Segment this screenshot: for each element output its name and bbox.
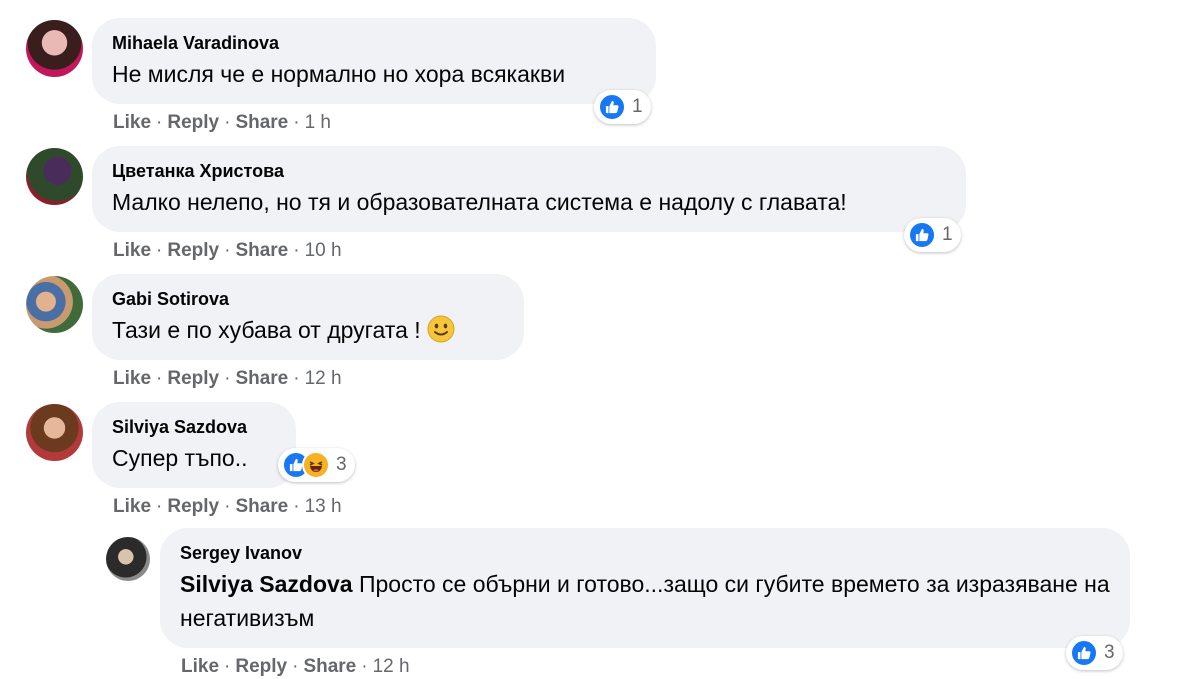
comment-bubble: Gabi Sotirova Тази е по хубава от другат… — [92, 274, 524, 360]
separator: · — [293, 112, 300, 133]
comment-bubble: Sergey Ivanov Silviya Sazdova Просто се … — [160, 528, 1130, 648]
comment-timestamp[interactable]: 12 h — [373, 656, 410, 677]
comment-bubble: Цветанка Христова Малко нелепо, но тя и … — [92, 146, 966, 232]
like-button[interactable]: Like — [113, 496, 151, 517]
comment-bubble: Silviya Sazdova Супер тъпо.. — [92, 402, 296, 488]
comment-timestamp[interactable]: 12 h — [305, 368, 342, 389]
comment-author[interactable]: Silviya Sazdova — [112, 416, 276, 438]
reaction-count: 1 — [632, 96, 643, 117]
reaction-count: 3 — [1104, 642, 1115, 663]
comment-text: Супер тъпо.. — [112, 445, 248, 471]
comment-text: Не мисля че е нормално но хора всякакви — [112, 61, 566, 87]
mention-link[interactable]: Silviya Sazdova — [180, 571, 353, 597]
avatar[interactable] — [26, 20, 83, 77]
avatar[interactable] — [26, 148, 83, 205]
share-button[interactable]: Share — [235, 112, 288, 133]
separator: · — [293, 496, 300, 517]
reply-button[interactable]: Reply — [167, 240, 219, 261]
slightly-smiling-face-icon — [427, 315, 455, 343]
comment-author[interactable]: Mihaela Varadinova — [112, 32, 636, 54]
separator: · — [224, 240, 231, 261]
separator: · — [293, 240, 300, 261]
comment-text: Малко нелепо, но тя и образователната си… — [112, 189, 847, 215]
comment-actions: Like · Reply · Share · 1 h — [113, 111, 331, 135]
comment-text: Тази е по хубава от другата ! — [112, 313, 504, 347]
avatar[interactable] — [106, 537, 150, 581]
like-button[interactable]: Like — [113, 368, 151, 389]
reaction-count: 3 — [336, 454, 347, 475]
avatar[interactable] — [26, 276, 83, 333]
comment-timestamp[interactable]: 10 h — [305, 240, 342, 261]
reply-button[interactable]: Reply — [167, 368, 219, 389]
comment-actions: Like · Reply · Share · 12 h — [181, 655, 410, 679]
comment-timestamp[interactable]: 1 h — [305, 112, 331, 133]
like-reaction-icon — [1070, 639, 1098, 667]
comment-author[interactable]: Sergey Ivanov — [180, 542, 1110, 564]
reply-button[interactable]: Reply — [235, 656, 287, 677]
like-button[interactable]: Like — [113, 240, 151, 261]
like-button[interactable]: Like — [113, 112, 151, 133]
comment-timestamp[interactable]: 13 h — [305, 496, 342, 517]
comment-author[interactable]: Gabi Sotirova — [112, 288, 504, 310]
share-button[interactable]: Share — [303, 656, 356, 677]
comment-actions: Like · Reply · Share · 10 h — [113, 239, 342, 263]
reaction-summary[interactable]: 1 — [594, 90, 651, 124]
separator: · — [156, 368, 163, 389]
comment-actions: Like · Reply · Share · 12 h — [113, 367, 342, 391]
separator: · — [293, 368, 300, 389]
avatar[interactable] — [26, 404, 83, 461]
comment-actions: Like · Reply · Share · 13 h — [113, 495, 342, 519]
comment-bubble: Mihaela Varadinova Не мисля че е нормалн… — [92, 18, 656, 104]
separator: · — [156, 112, 163, 133]
comment-author[interactable]: Цветанка Христова — [112, 160, 946, 182]
like-button[interactable]: Like — [181, 656, 219, 677]
separator: · — [224, 656, 231, 677]
share-button[interactable]: Share — [235, 240, 288, 261]
reaction-summary[interactable]: 3 — [1066, 636, 1123, 670]
reaction-summary[interactable]: 3 — [278, 448, 355, 482]
reply-button[interactable]: Reply — [167, 496, 219, 517]
comment-text-content: Тази е по хубава от другата ! — [112, 317, 421, 343]
haha-reaction-icon — [302, 451, 330, 479]
like-reaction-icon — [908, 221, 936, 249]
separator: · — [224, 112, 231, 133]
separator: · — [292, 656, 299, 677]
reaction-summary[interactable]: 1 — [904, 218, 961, 252]
reaction-count: 1 — [942, 224, 953, 245]
separator: · — [156, 240, 163, 261]
share-button[interactable]: Share — [235, 496, 288, 517]
share-button[interactable]: Share — [235, 368, 288, 389]
separator: · — [224, 496, 231, 517]
separator: · — [361, 656, 368, 677]
reply-button[interactable]: Reply — [167, 112, 219, 133]
separator: · — [224, 368, 231, 389]
comment-text: Silviya Sazdova Просто се обърни и готов… — [180, 567, 1110, 635]
like-reaction-icon — [598, 93, 626, 121]
separator: · — [156, 496, 163, 517]
